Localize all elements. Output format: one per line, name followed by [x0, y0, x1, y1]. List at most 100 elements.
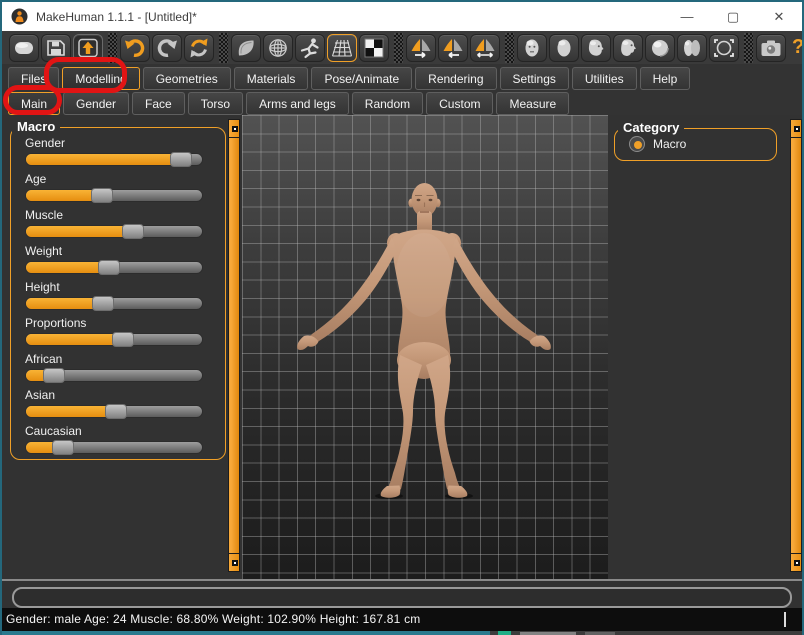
- view-dual-icon[interactable]: [677, 34, 707, 62]
- slider-height: Height: [25, 280, 213, 316]
- slider-label: Age: [25, 172, 213, 187]
- view-front-icon[interactable]: [517, 34, 547, 62]
- slider-handle[interactable]: [43, 368, 65, 383]
- toolbar-separator: [219, 33, 228, 63]
- makehuman-logo-icon: [11, 8, 28, 25]
- radio-selected-icon[interactable]: [629, 136, 645, 152]
- african-slider[interactable]: [25, 369, 203, 382]
- right-panel-scrollbar[interactable]: [790, 119, 802, 572]
- toolbar-separator: [108, 33, 117, 63]
- smooth-icon[interactable]: [231, 34, 261, 62]
- macro-group-label: Macro: [12, 119, 60, 134]
- subtab-arms-and-legs[interactable]: Arms and legs: [246, 92, 349, 115]
- help-icon[interactable]: ?: [792, 36, 804, 59]
- left-panel-scrollbar[interactable]: [228, 119, 240, 572]
- subtab-torso[interactable]: Torso: [188, 92, 243, 115]
- slider-caucasian: Caucasian: [25, 424, 213, 460]
- slider-handle[interactable]: [92, 296, 114, 311]
- slider-proportions: Proportions: [25, 316, 213, 352]
- height-slider[interactable]: [25, 297, 203, 310]
- toolbar-separator: [394, 33, 403, 63]
- symmetry-right-icon[interactable]: [406, 34, 436, 62]
- subtab-random[interactable]: Random: [352, 92, 423, 115]
- weight-slider[interactable]: [25, 261, 203, 274]
- tab-pose-animate[interactable]: Pose/Animate: [311, 67, 412, 90]
- load-icon[interactable]: [73, 34, 103, 62]
- asian-slider[interactable]: [25, 405, 203, 418]
- slider-muscle: Muscle: [25, 208, 213, 244]
- scrollbar-thumb[interactable]: [228, 138, 240, 553]
- sub-tab-bar: Main Gender Face Torso Arms and legs Ran…: [2, 90, 802, 115]
- radio-label: Macro: [653, 137, 686, 151]
- view-top-icon[interactable]: [645, 34, 675, 62]
- grid-icon[interactable]: [327, 34, 357, 62]
- wireframe-icon[interactable]: [263, 34, 293, 62]
- macro-group: Gender Age Muscle Weight Height Proporti…: [10, 127, 226, 460]
- age-slider[interactable]: [25, 189, 203, 202]
- slider-label: Proportions: [25, 316, 213, 331]
- close-button[interactable]: ✕: [756, 2, 802, 31]
- view-back-icon[interactable]: [549, 34, 579, 62]
- slider-handle[interactable]: [98, 260, 120, 275]
- skeleton-icon[interactable]: [295, 34, 325, 62]
- category-option-macro[interactable]: Macro: [629, 136, 686, 152]
- progress-bar: [12, 587, 792, 608]
- undo-icon[interactable]: [120, 34, 150, 62]
- tab-geometries[interactable]: Geometries: [143, 67, 231, 90]
- subtab-gender[interactable]: Gender: [63, 92, 129, 115]
- slider-handle[interactable]: [52, 440, 74, 455]
- new-icon[interactable]: [9, 34, 39, 62]
- toolbar-separator: [744, 33, 753, 63]
- scrollbar-bottom-cap[interactable]: [228, 553, 240, 572]
- tab-utilities[interactable]: Utilities: [572, 67, 637, 90]
- slider-handle[interactable]: [170, 152, 192, 167]
- slider-handle[interactable]: [105, 404, 127, 419]
- human-model[interactable]: [242, 115, 608, 579]
- view-three-quarter-icon[interactable]: [581, 34, 611, 62]
- text-cursor: [784, 612, 786, 627]
- scrollbar-bottom-cap[interactable]: [790, 553, 802, 572]
- proportions-slider[interactable]: [25, 333, 203, 346]
- gender-slider[interactable]: [25, 153, 203, 166]
- tab-materials[interactable]: Materials: [234, 67, 309, 90]
- caucasian-slider[interactable]: [25, 441, 203, 454]
- redo-icon[interactable]: [152, 34, 182, 62]
- window-bottom-border: [0, 631, 490, 635]
- slider-age: Age: [25, 172, 213, 208]
- title-bar: MakeHuman 1.1.1 - [Untitled]* — ▢ ✕: [2, 2, 802, 31]
- subtab-custom[interactable]: Custom: [426, 92, 493, 115]
- bottom-edge: [0, 631, 804, 635]
- scrollbar-thumb[interactable]: [790, 138, 802, 553]
- tab-files[interactable]: Files: [8, 67, 59, 90]
- background-icon[interactable]: [359, 34, 389, 62]
- taskbar-fragment: [498, 631, 511, 635]
- slider-label: Muscle: [25, 208, 213, 223]
- slider-handle[interactable]: [122, 224, 144, 239]
- progress-zone: [2, 579, 802, 608]
- tab-settings[interactable]: Settings: [500, 67, 569, 90]
- slider-label: Height: [25, 280, 213, 295]
- status-bar: Gender: male Age: 24 Muscle: 68.80% Weig…: [2, 608, 802, 631]
- symmetry-icon[interactable]: [470, 34, 500, 62]
- scrollbar-top-cap[interactable]: [228, 119, 240, 138]
- main-tab-bar: Files Modelling Geometries Materials Pos…: [2, 64, 802, 90]
- view-reset-icon[interactable]: [709, 34, 739, 62]
- maximize-button[interactable]: ▢: [710, 2, 756, 31]
- 3d-viewport[interactable]: [242, 115, 608, 579]
- save-icon[interactable]: [41, 34, 71, 62]
- reset-icon[interactable]: [184, 34, 214, 62]
- symmetry-left-icon[interactable]: [438, 34, 468, 62]
- subtab-main[interactable]: Main: [8, 92, 60, 115]
- minimize-button[interactable]: —: [664, 2, 710, 31]
- subtab-face[interactable]: Face: [132, 92, 185, 115]
- slider-handle[interactable]: [112, 332, 134, 347]
- view-side-icon[interactable]: [613, 34, 643, 62]
- muscle-slider[interactable]: [25, 225, 203, 238]
- subtab-measure[interactable]: Measure: [496, 92, 569, 115]
- tab-rendering[interactable]: Rendering: [415, 67, 496, 90]
- grab-screenshot-icon[interactable]: [756, 34, 786, 62]
- slider-handle[interactable]: [91, 188, 113, 203]
- tab-help[interactable]: Help: [640, 67, 691, 90]
- tab-modelling[interactable]: Modelling: [62, 67, 139, 90]
- scrollbar-top-cap[interactable]: [790, 119, 802, 138]
